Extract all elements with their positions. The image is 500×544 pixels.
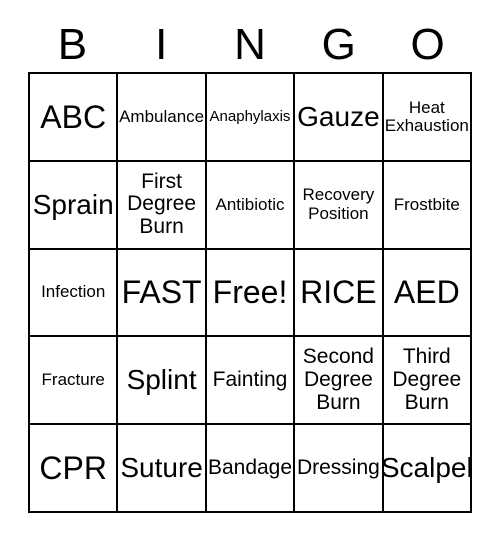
bingo-header-letter-i: I: [155, 20, 168, 69]
bingo-cell-label: First Degree Burn: [127, 169, 197, 239]
bingo-cell-label: RICE: [300, 274, 377, 311]
bingo-cell[interactable]: Antibiotic: [206, 161, 296, 250]
bingo-cell-label: Bandage: [207, 455, 293, 479]
bingo-cell-label: Recovery Position: [302, 185, 375, 223]
bingo-cell[interactable]: Fracture: [30, 337, 119, 426]
bingo-cell[interactable]: Second Degree Burn: [295, 337, 384, 426]
bingo-cell[interactable]: Anaphylaxis: [206, 74, 296, 162]
bingo-cell[interactable]: Third Degree Burn: [383, 337, 472, 426]
bingo-cell-label: Second Degree Burn: [302, 345, 374, 414]
bingo-header-letter-o: O: [410, 20, 445, 69]
bingo-cell[interactable]: Heat Exhaustion: [383, 74, 472, 162]
bingo-cell-label: Scalpel: [383, 451, 472, 483]
bingo-cell[interactable]: Frostbite: [383, 161, 472, 250]
bingo-header-letter-g: G: [321, 20, 356, 69]
bingo-card: B I N G O ABC Ambulance Anaphylaxis Gauze Heat E…: [0, 0, 500, 544]
bingo-cell-label: Heat Exhaustion: [384, 97, 469, 135]
bingo-cell[interactable]: Fainting: [206, 337, 296, 426]
bingo-cell[interactable]: ABC: [30, 74, 119, 162]
bingo-cell[interactable]: Sprain: [30, 161, 119, 250]
bingo-cell[interactable]: FAST: [118, 249, 207, 338]
bingo-cell-label: Gauze: [297, 100, 380, 132]
bingo-cell-label: Ambulance: [119, 106, 205, 126]
bingo-header-letter-n: N: [234, 20, 266, 69]
bingo-header: BINGO: [28, 18, 472, 72]
bingo-cell[interactable]: Gauze: [295, 74, 384, 162]
bingo-cell-label: Splint: [126, 364, 197, 396]
bingo-cell[interactable]: First Degree Burn: [118, 161, 207, 250]
bingo-cell-label: Suture: [120, 451, 203, 483]
bingo-cell[interactable]: Scalpel: [383, 425, 472, 513]
bingo-cell-label: Fracture: [41, 370, 105, 390]
bingo-cell[interactable]: Ambulance: [118, 74, 207, 162]
bingo-cell[interactable]: RICE: [295, 249, 384, 338]
bingo-cell-label: Frostbite: [393, 194, 460, 214]
bingo-cell[interactable]: Suture: [118, 425, 207, 513]
bingo-cell-label: CPR: [39, 449, 107, 486]
bingo-cell[interactable]: AED: [383, 249, 472, 338]
bingo-cell-label: Third Degree Burn: [392, 345, 462, 414]
bingo-cell-label: Infection: [41, 282, 106, 302]
bingo-cell[interactable]: Bandage: [206, 425, 296, 513]
bingo-cell[interactable]: Infection: [30, 249, 119, 338]
bingo-cell[interactable]: Dressing: [295, 425, 384, 513]
bingo-cell[interactable]: Recovery Position: [295, 161, 384, 250]
bingo-cell-label: Anaphylaxis: [209, 107, 291, 125]
bingo-cell-label: ABC: [40, 98, 107, 135]
bingo-cell[interactable]: CPR: [30, 425, 119, 513]
bingo-cell-label: Fainting: [212, 367, 288, 391]
bingo-cell-label: Free!: [212, 274, 288, 311]
bingo-cell-label: FAST: [121, 274, 202, 311]
bingo-cell-label: AED: [393, 274, 460, 311]
bingo-cell-label: Dressing: [296, 455, 380, 479]
bingo-cell[interactable]: Free!: [206, 249, 296, 338]
bingo-grid: ABC Ambulance Anaphylaxis Gauze Heat Exhaust…: [28, 72, 472, 513]
bingo-cell-label: Sprain: [32, 188, 114, 220]
bingo-cell[interactable]: Splint: [118, 337, 207, 426]
bingo-cell-label: Antibiotic: [215, 194, 285, 214]
bingo-header-letter-b: B: [57, 20, 88, 69]
